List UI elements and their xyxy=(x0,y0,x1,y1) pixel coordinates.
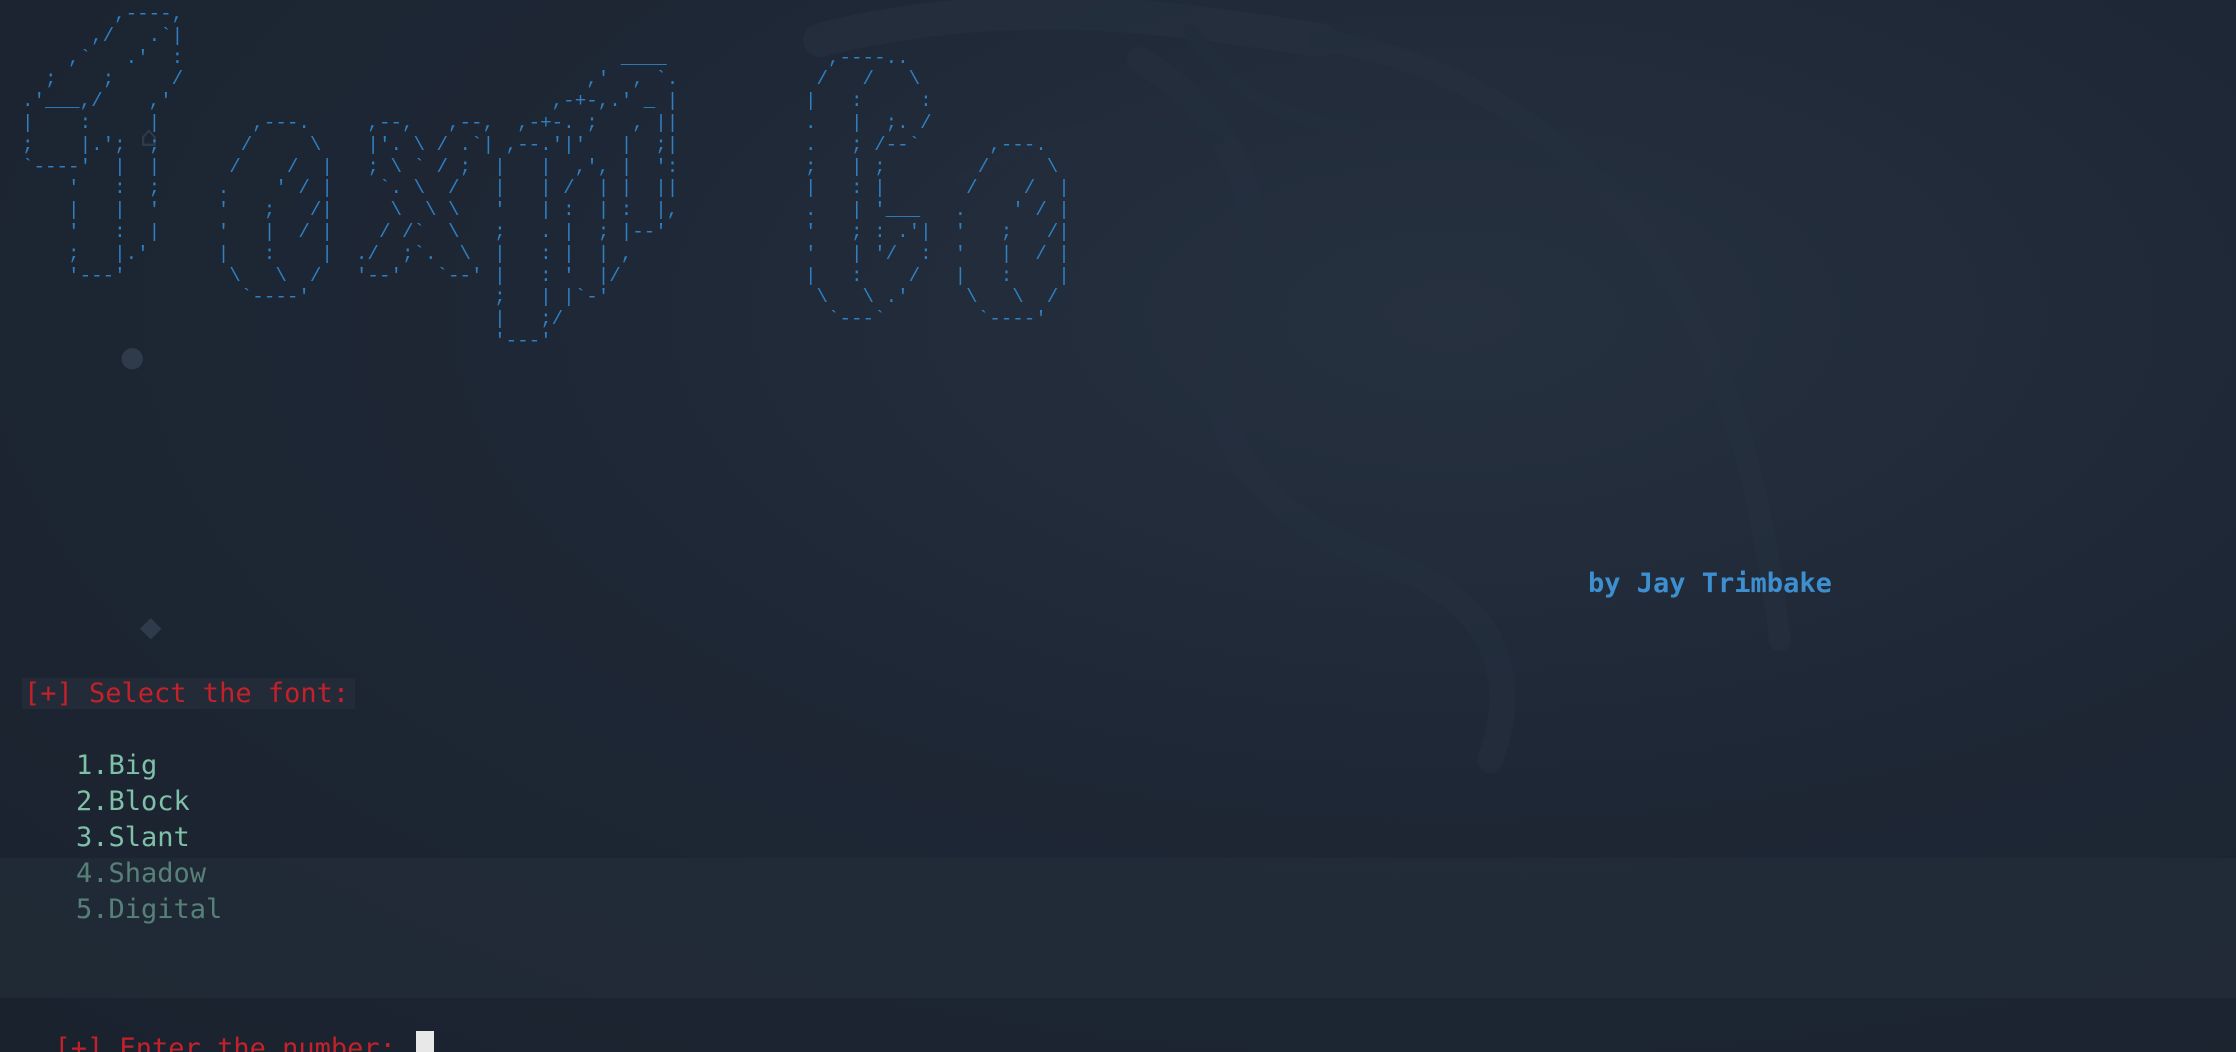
font-option-slant: 3.Slant xyxy=(76,822,190,853)
enter-number-line[interactable]: [+] Enter the number: xyxy=(22,1000,435,1052)
ascii-art-banner: ,----, ,/ .`| ,` .': ____ ,----.. ; ; /… xyxy=(22,3,1070,352)
author-credit: by Jay Trimbake xyxy=(1588,568,1832,599)
python-file-icon[interactable]: ◆ xyxy=(140,610,162,643)
font-option-big: 1.Big xyxy=(76,750,158,781)
enter-number-prompt: [+] Enter the number: xyxy=(54,1033,413,1052)
font-option-block: 2.Block xyxy=(76,786,190,817)
terminal-input-area xyxy=(0,858,2236,998)
select-font-prompt: [+] Select the font: xyxy=(22,678,356,709)
text-cursor[interactable] xyxy=(416,1031,435,1052)
